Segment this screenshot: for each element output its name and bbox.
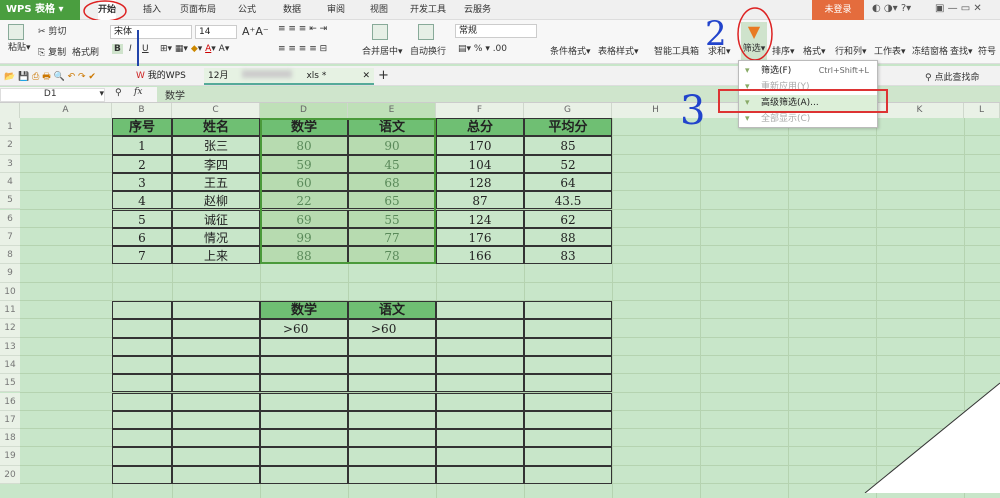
page-curl-overlay	[864, 382, 1000, 493]
